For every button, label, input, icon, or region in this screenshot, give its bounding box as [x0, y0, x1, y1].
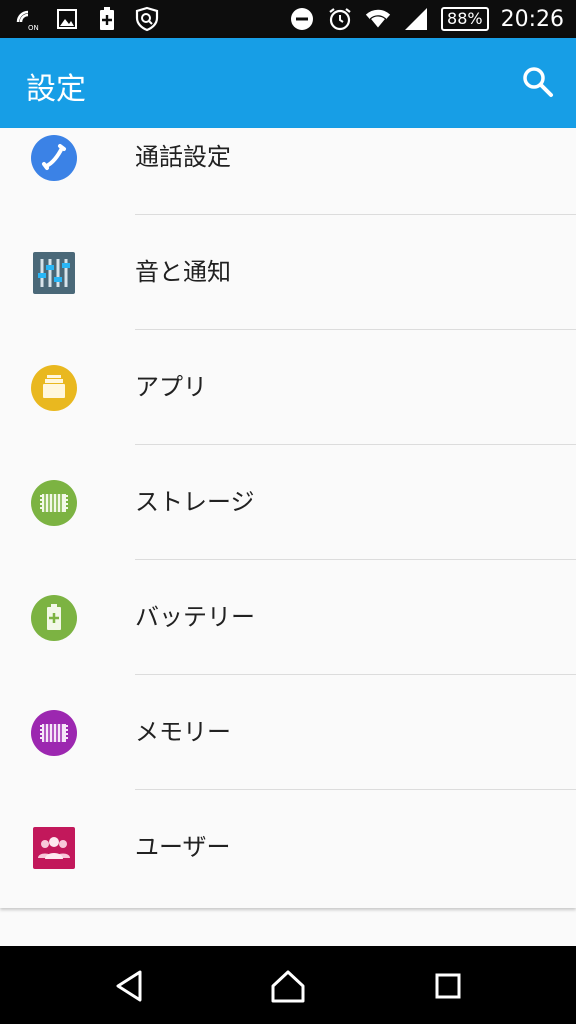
status-bar: ON 88% 20:26	[0, 0, 576, 38]
nfc-on-icon: ON	[14, 6, 40, 32]
phone-call-icon	[30, 134, 78, 182]
settings-item-sound[interactable]: 音と通知	[0, 215, 576, 330]
search-icon	[523, 67, 553, 97]
memory-chip-icon	[30, 709, 78, 757]
do-not-disturb-icon	[289, 6, 315, 32]
home-icon	[271, 970, 305, 1003]
battery-icon	[30, 594, 78, 642]
settings-item-label: 通話設定	[135, 143, 231, 171]
svg-text:ON: ON	[28, 24, 39, 32]
apps-icon	[30, 364, 78, 412]
cellular-signal-icon	[403, 6, 429, 32]
status-left-icons: ON	[14, 6, 160, 32]
search-button[interactable]	[520, 64, 556, 100]
settings-item-apps[interactable]: アプリ	[0, 330, 576, 445]
battery-percent: 88%	[441, 7, 489, 31]
settings-item-storage[interactable]: ストレージ	[0, 445, 576, 560]
recents-button[interactable]	[428, 966, 468, 1006]
wifi-icon	[365, 6, 391, 32]
navigation-bar	[0, 946, 576, 1024]
settings-item-users[interactable]: ユーザー	[0, 790, 576, 905]
settings-item-label: 音と通知	[135, 258, 231, 286]
battery-saver-icon	[94, 6, 120, 32]
app-bar: 設定	[0, 38, 576, 128]
settings-item-memory[interactable]: メモリー	[0, 675, 576, 790]
settings-item-label: メモリー	[135, 718, 231, 746]
page-title: 設定	[26, 72, 86, 107]
recents-icon	[435, 973, 461, 999]
storage-chip-icon	[30, 479, 78, 527]
settings-item-battery[interactable]: バッテリー	[0, 560, 576, 675]
shield-icon	[134, 6, 160, 32]
settings-item-label: ストレージ	[135, 488, 255, 516]
settings-item-label: バッテリー	[135, 603, 255, 631]
back-icon	[116, 970, 142, 1002]
home-button[interactable]	[268, 966, 308, 1006]
equalizer-icon	[30, 249, 78, 297]
clock-time: 20:26	[500, 6, 564, 32]
settings-list: 通話設定 音と通知 アプリ ストレージ バッテリー メモリー ユーザー	[0, 128, 576, 908]
status-right-icons: 88% 20:26	[289, 6, 564, 32]
settings-item-label: ユーザー	[135, 833, 231, 861]
image-icon	[54, 6, 80, 32]
settings-item-label: アプリ	[135, 373, 207, 401]
settings-item-call[interactable]: 通話設定	[0, 128, 576, 215]
back-button[interactable]	[110, 966, 150, 1006]
users-icon	[30, 824, 78, 872]
alarm-icon	[327, 6, 353, 32]
